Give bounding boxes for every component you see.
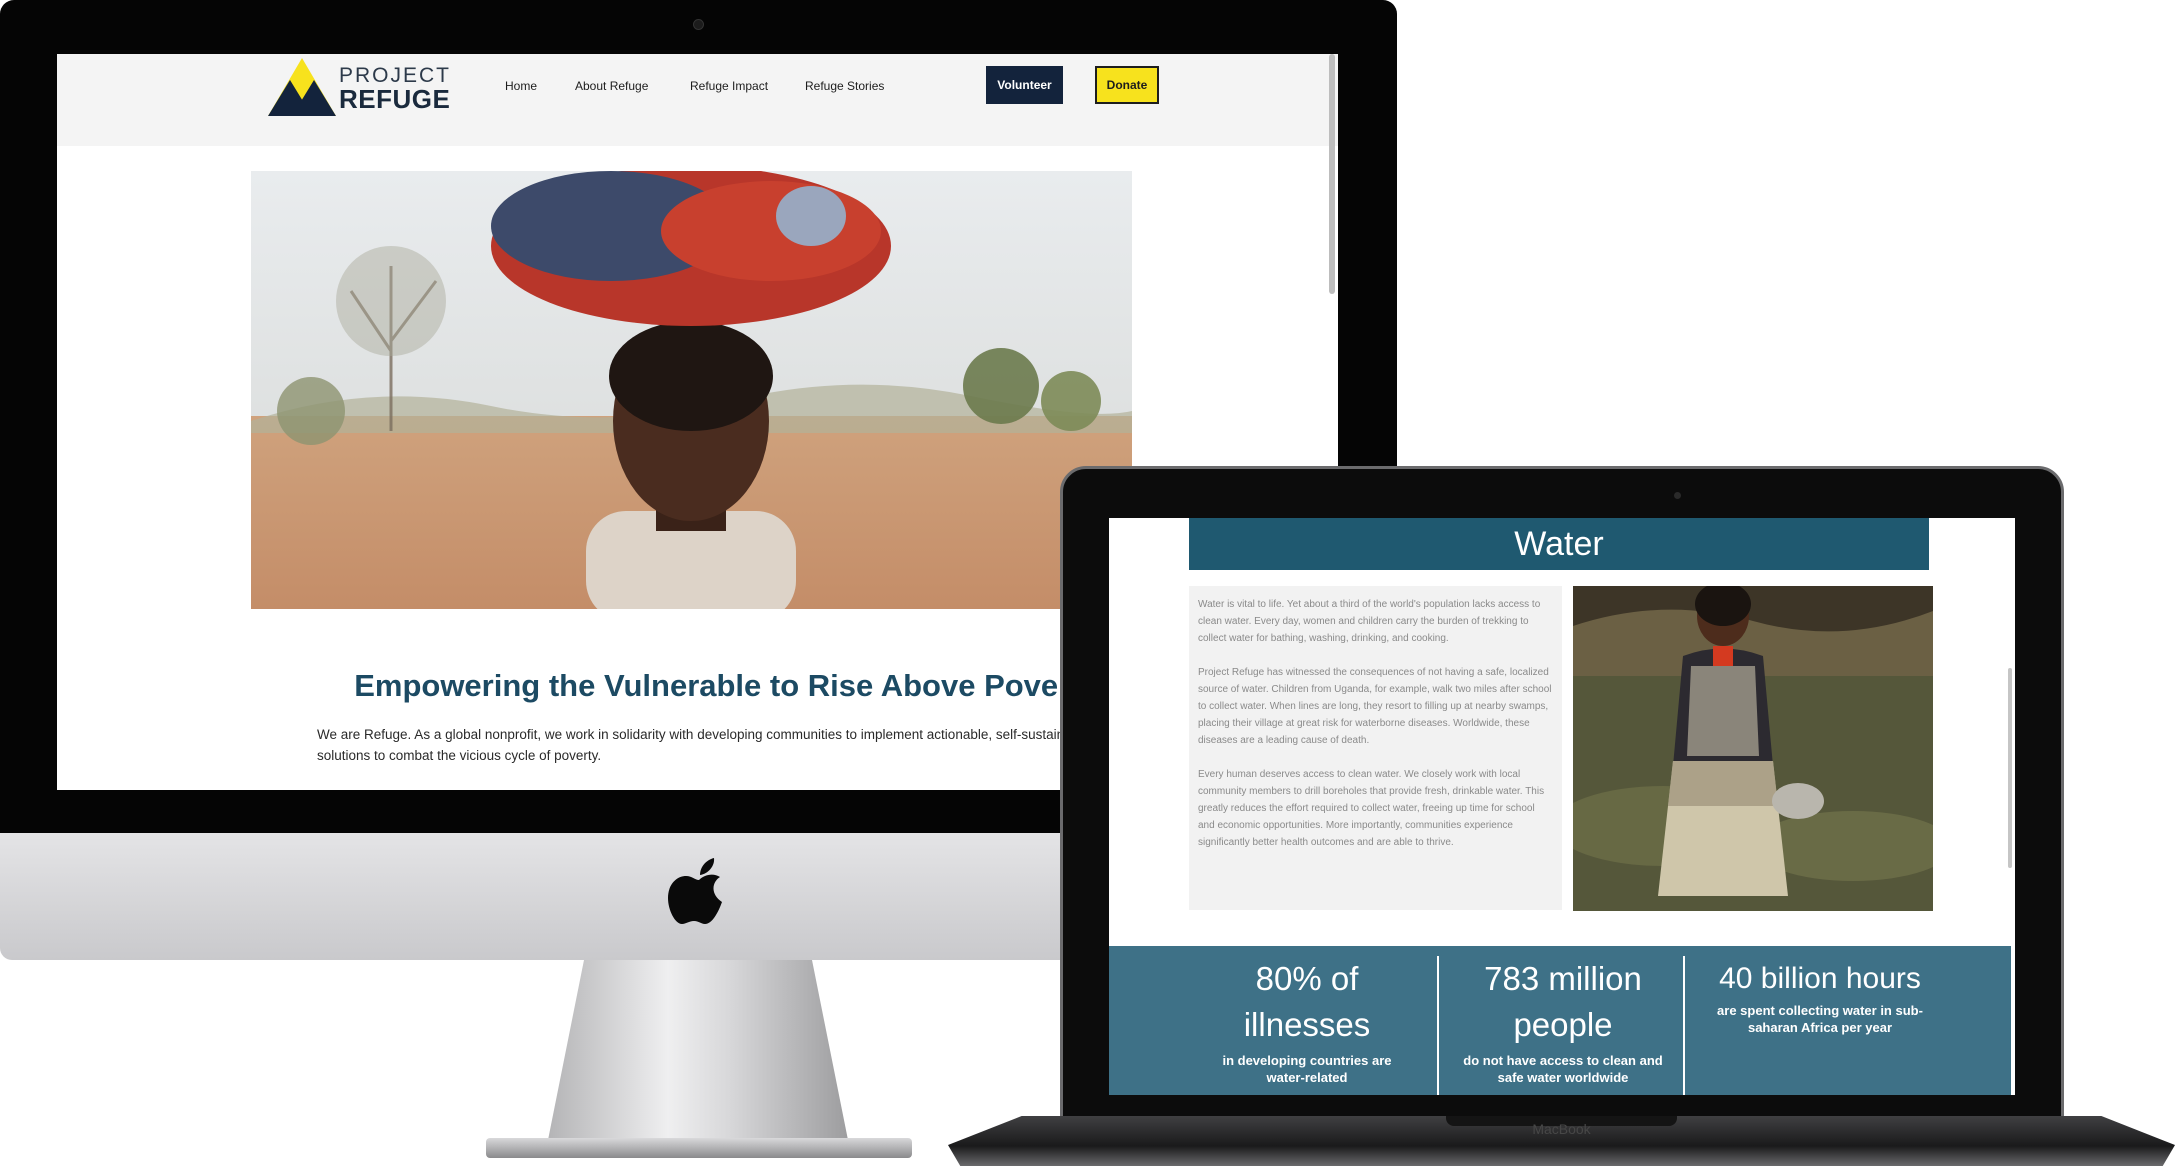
imac-stand	[548, 960, 848, 1140]
stat-people: 783 million people do not have access to…	[1443, 946, 1683, 1095]
nav-refuge-stories[interactable]: Refuge Stories	[805, 79, 884, 93]
macbook-label: MacBook	[1532, 1121, 1591, 1137]
macbook-scrollbar[interactable]	[2008, 668, 2012, 868]
stat-figure: 783 million people	[1484, 960, 1642, 1043]
macbook-screen: Water Water is vital to life. Yet about …	[1109, 518, 2015, 1095]
imac-camera	[693, 19, 704, 30]
water-section-title: Water	[1189, 518, 1929, 570]
site-header: PROJECT REFUGE Home About Refuge Refuge …	[57, 54, 1338, 146]
nav-refuge-impact[interactable]: Refuge Impact	[690, 79, 768, 93]
nav-home[interactable]: Home	[505, 79, 537, 93]
stat-illnesses: 80% of illnesses in developing countries…	[1187, 946, 1427, 1095]
stats-divider	[1683, 956, 1685, 1095]
stat-caption: do not have access to clean and safe wat…	[1463, 1053, 1663, 1085]
imac-scrollbar[interactable]	[1329, 54, 1335, 294]
macbook-device: Water Water is vital to life. Yet about …	[948, 466, 2175, 1173]
stat-figure: 80% of illnesses	[1243, 960, 1371, 1043]
imac-stand-foot	[486, 1138, 912, 1158]
stat-caption: in developing countries are water-relate…	[1222, 1053, 1392, 1085]
water-description: Water is vital to life. Yet about a thir…	[1189, 586, 1562, 910]
stat-caption: are spent collecting water in sub-sahara…	[1717, 1003, 1923, 1035]
donate-button[interactable]: Donate	[1095, 66, 1159, 104]
apple-logo-icon	[668, 858, 722, 924]
stat-hours: 40 billion hours are spent collecting wa…	[1689, 946, 1951, 1095]
volunteer-button[interactable]: Volunteer	[986, 66, 1063, 104]
stats-band: 80% of illnesses in developing countries…	[1109, 946, 2011, 1095]
project-refuge-logo[interactable]: PROJECT REFUGE	[266, 56, 450, 118]
stats-divider	[1437, 956, 1439, 1095]
logo-triangle-icon	[268, 58, 336, 116]
stat-figure: 40 billion hours	[1719, 962, 1921, 995]
water-paragraph: Water is vital to life. Yet about a thir…	[1198, 599, 1541, 644]
nav-about-refuge[interactable]: About Refuge	[575, 79, 648, 93]
logo-text-refuge: REFUGE	[339, 84, 451, 114]
water-photo	[1573, 586, 1933, 911]
macbook-camera	[1674, 492, 1681, 499]
water-paragraph: Project Refuge has witnessed the consequ…	[1198, 667, 1552, 746]
water-paragraph: Every human deserves access to clean wat…	[1198, 769, 1545, 848]
